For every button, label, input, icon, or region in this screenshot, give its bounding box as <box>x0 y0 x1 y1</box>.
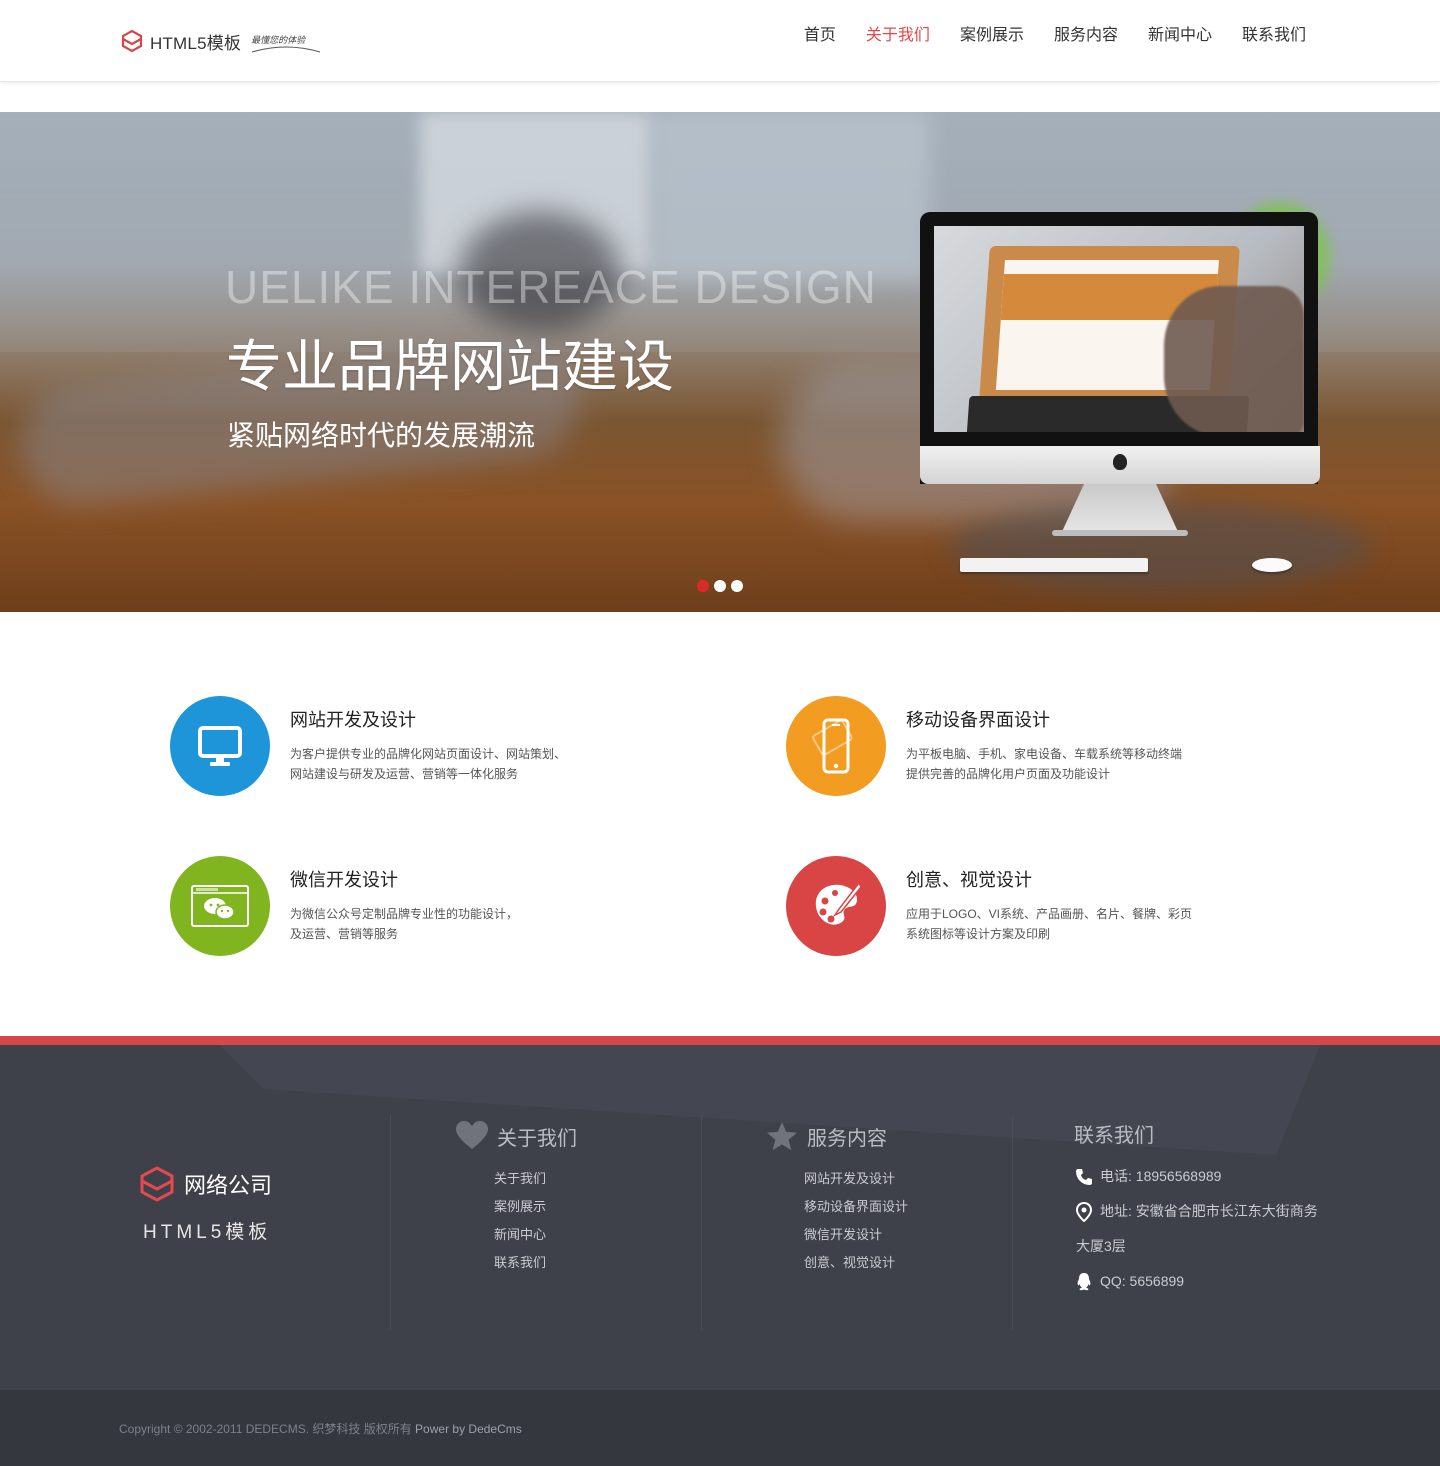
footer-link[interactable]: 网站开发及设计 <box>804 1165 908 1193</box>
qq-icon <box>1077 1272 1091 1290</box>
site-footer: 网络公司 HTML5模板 关于我们 关于我们 案例展示 新闻中心 联系我们 服务… <box>0 1036 1440 1390</box>
footer-link[interactable]: 创意、视觉设计 <box>804 1249 908 1277</box>
footer-divider <box>390 1115 391 1330</box>
footer-service-links: 网站开发及设计 移动设备界面设计 微信开发设计 创意、视觉设计 <box>804 1165 908 1277</box>
service-icon-circle <box>170 696 270 796</box>
palette-icon <box>815 881 862 925</box>
service-desc: 为平板电脑、手机、家电设备、车载系统等移动终端 提供完善的品牌化用户页面及功能设… <box>906 747 1183 781</box>
nav-about[interactable]: 关于我们 <box>866 24 930 48</box>
footer-link[interactable]: 新闻中心 <box>494 1221 577 1249</box>
hand-illustration <box>1164 286 1304 432</box>
footer-service-title: 服务内容 <box>807 1127 887 1150</box>
footer-contact-column: 联系我们 电话: 18956568989 地址: 安徽省合肥市长江东大街商务 大… <box>1074 1121 1354 1299</box>
footer-address-line2: 大厦3层 <box>1076 1238 1126 1254</box>
service-title: 移动设备界面设计 <box>906 710 1050 730</box>
footer-about-column: 关于我们 关于我们 案例展示 新闻中心 联系我们 <box>455 1121 577 1277</box>
nav-cases[interactable]: 案例展示 <box>960 24 1024 48</box>
footer-logo[interactable]: 网络公司 <box>138 1165 272 1203</box>
banner-title: 专业品牌网站建设 <box>226 335 674 398</box>
service-card[interactable]: 移动设备界面设计 为平板电脑、手机、家电设备、车载系统等移动终端 提供完善的品牌… <box>786 696 1256 816</box>
powered-by-link[interactable]: Power by DedeCms <box>415 1422 522 1436</box>
slider-dots <box>697 580 743 592</box>
imac-screen <box>920 212 1318 484</box>
service-icon-circle <box>786 856 886 956</box>
footer-link[interactable]: 微信开发设计 <box>804 1221 908 1249</box>
slider-dot-2[interactable] <box>714 580 726 592</box>
footer-link[interactable]: 案例展示 <box>494 1193 577 1221</box>
footer-divider <box>1012 1115 1013 1330</box>
nav-home[interactable]: 首页 <box>804 24 836 48</box>
logo-swoosh <box>251 46 321 53</box>
hero-banner: UELIKE INTEREACE DESIGN 专业品牌网站建设 紧贴网络时代的… <box>0 112 1440 612</box>
service-icon-circle <box>786 696 886 796</box>
imac-stand <box>1060 484 1180 536</box>
banner-bg-window-2 <box>650 112 930 282</box>
site-logo[interactable]: HTML5模板 最懂您的体验 <box>120 24 321 58</box>
banner-subtitle: 紧贴网络时代的发展潮流 <box>227 420 536 451</box>
mobile-phone-icon <box>812 718 853 774</box>
slider-dot-3[interactable] <box>731 580 743 592</box>
footer-link[interactable]: 联系我们 <box>494 1249 577 1277</box>
heart-icon <box>456 1121 488 1149</box>
cube-logo-icon <box>121 29 143 53</box>
apple-logo-icon <box>1113 454 1127 470</box>
imac-display <box>934 226 1304 432</box>
footer-address: 地址: 安徽省合肥市长江东大街商务 <box>1074 1194 1354 1229</box>
footer-link[interactable]: 移动设备界面设计 <box>804 1193 908 1221</box>
banner-title-en: UELIKE INTEREACE DESIGN <box>225 261 877 313</box>
service-icon-circle <box>170 856 270 956</box>
service-desc: 为微信公众号定制品牌专业性的功能设计， 及运营、营销等服务 <box>290 907 519 941</box>
service-desc: 为客户提供专业的品牌化网站页面设计、网站策划、 网站建设与研发及运营、营销等一体… <box>290 747 567 781</box>
logo-text: HTML5模板 <box>150 33 242 53</box>
service-title: 网站开发及设计 <box>290 710 416 730</box>
footer-contact-title: 联系我们 <box>1074 1125 1154 1147</box>
services-section: 网站开发及设计 为客户提供专业的品牌化网站页面设计、网站策划、 网站建设与研发及… <box>0 612 1440 1036</box>
wechat-icon <box>191 885 249 927</box>
footer-company-sub: HTML5模板 <box>143 1222 272 1243</box>
service-card[interactable]: 网站开发及设计 为客户提供专业的品牌化网站页面设计、网站策划、 网站建设与研发及… <box>170 696 640 816</box>
footer-link[interactable]: 关于我们 <box>494 1165 577 1193</box>
service-title: 创意、视觉设计 <box>906 870 1032 890</box>
nav-services[interactable]: 服务内容 <box>1054 24 1118 48</box>
mouse-illustration <box>1252 558 1292 572</box>
service-desc: 应用于LOGO、VI系统、产品画册、名片、餐牌、彩页 系统图标等设计方案及印刷 <box>906 907 1193 941</box>
service-title: 微信开发设计 <box>290 870 398 890</box>
cube-logo-icon <box>140 1166 174 1202</box>
slider-dot-1[interactable] <box>697 580 709 592</box>
imac-illustration <box>920 212 1320 612</box>
service-card[interactable]: 微信开发设计 为微信公众号定制品牌专业性的功能设计， 及运营、营销等服务 <box>170 856 640 976</box>
site-header: HTML5模板 最懂您的体验 首页 关于我们 案例展示 服务内容 新闻中心 联系… <box>0 0 1440 82</box>
footer-phone: 电话: 18956568989 <box>1074 1159 1354 1194</box>
main-nav: 首页 关于我们 案例展示 服务内容 新闻中心 联系我们 <box>774 24 1306 48</box>
keyboard-illustration <box>960 558 1148 572</box>
nav-contact[interactable]: 联系我们 <box>1242 24 1306 48</box>
footer-company-name: 网络公司 <box>184 1173 273 1198</box>
footer-about-links: 关于我们 案例展示 新闻中心 联系我们 <box>494 1165 577 1277</box>
location-pin-icon <box>1076 1201 1092 1222</box>
footer-divider <box>701 1115 702 1330</box>
footer-qq: QQ: 5656899 <box>1074 1264 1354 1299</box>
nav-news[interactable]: 新闻中心 <box>1148 24 1212 48</box>
footer-about-title: 关于我们 <box>497 1127 577 1150</box>
monitor-icon <box>198 726 242 766</box>
phone-icon <box>1076 1168 1092 1185</box>
copyright-text: Copyright © 2002-2011 DEDECMS. 织梦科技 版权所有… <box>119 1422 522 1436</box>
star-icon <box>767 1121 797 1151</box>
footer-service-column: 服务内容 网站开发及设计 移动设备界面设计 微信开发设计 创意、视觉设计 <box>765 1121 908 1277</box>
service-card[interactable]: 创意、视觉设计 应用于LOGO、VI系统、产品画册、名片、餐牌、彩页 系统图标等… <box>786 856 1256 976</box>
copyright-bar: Copyright © 2002-2011 DEDECMS. 织梦科技 版权所有… <box>0 1390 1440 1466</box>
